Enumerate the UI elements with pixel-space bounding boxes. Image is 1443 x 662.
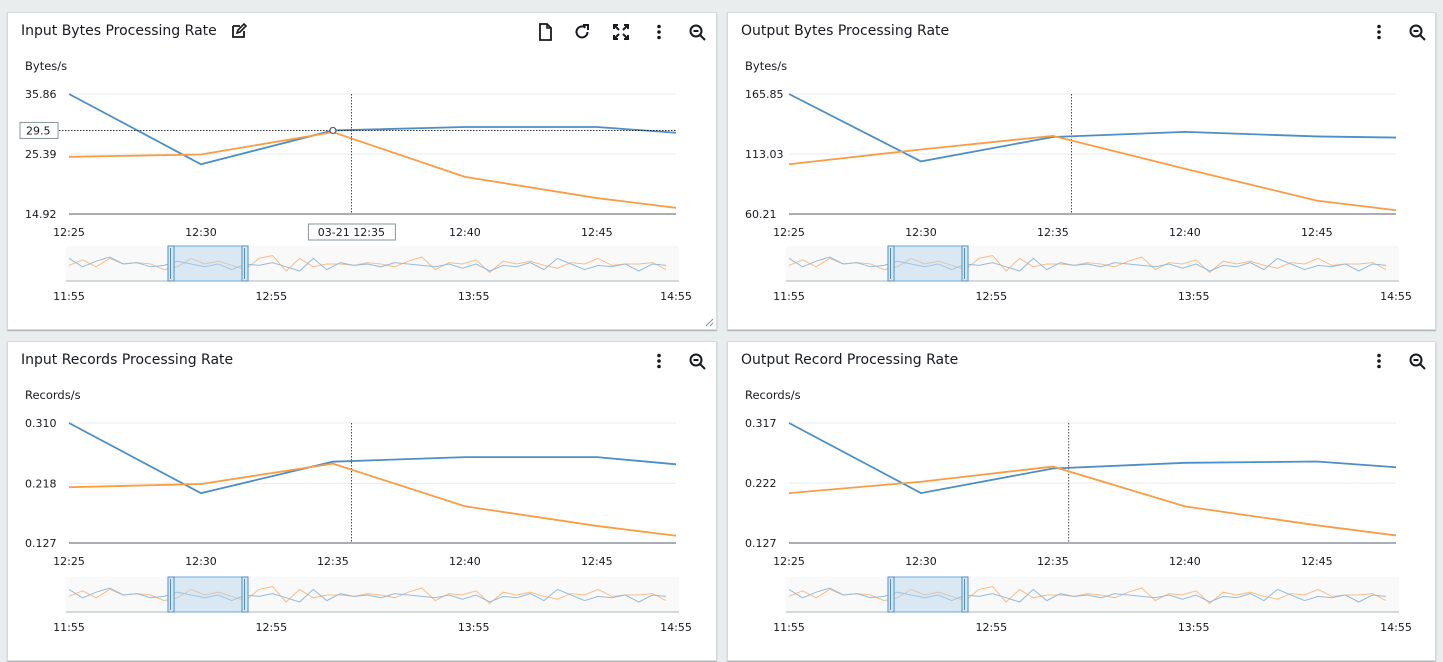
panel-output-records: Output Record Processing Rate Records/s 0… (727, 341, 1436, 661)
navigator-tick-label: 11:55 (773, 621, 805, 634)
x-tick-label: 12:25 (53, 555, 85, 568)
x-tick-label: 12:45 (581, 555, 613, 568)
navigator-tick-label: 13:55 (1178, 290, 1210, 303)
x-tick-label: 12:40 (1169, 555, 1201, 568)
value-tooltip-text: 29.5 (26, 124, 51, 137)
y-axis-unit: Bytes/s (25, 59, 67, 73)
resize-handle-icon[interactable] (704, 317, 714, 327)
navigator-tick-label: 11:55 (773, 290, 805, 303)
x-tick-label: 12:40 (449, 226, 481, 239)
y-tick-label: 165.85 (745, 88, 784, 101)
x-tick-label: 12:45 (581, 226, 613, 239)
y-tick-label: 0.310 (25, 417, 57, 430)
series-line-orange (788, 465, 1397, 537)
navigator-tick-label: 12:55 (255, 290, 287, 303)
navigator-tick-label: 14:55 (1380, 290, 1412, 303)
x-tick-label: 12:35 (1037, 555, 1069, 568)
y-tick-label: 113.03 (745, 148, 784, 161)
time-tooltip-text: 03-21 12:35 (318, 226, 385, 239)
navigator-selection[interactable] (890, 576, 966, 613)
x-tick-label: 12:40 (449, 555, 481, 568)
line-chart[interactable]: Records/s 0.310 0.218 0.127 12:25 12:30 12:35 1… (8, 342, 718, 662)
x-tick-label: 12:30 (185, 555, 217, 568)
navigator-tick-label: 13:55 (1178, 621, 1210, 634)
x-tick-label: 12:25 (53, 226, 85, 239)
x-tick-label: 12:45 (1301, 226, 1333, 239)
y-tick-label: 14.92 (25, 208, 57, 221)
navigator-selection[interactable] (170, 576, 246, 613)
navigator-tick-label: 14:55 (660, 290, 692, 303)
navigator-tick-label: 12:55 (975, 621, 1007, 634)
x-tick-label: 12:35 (1037, 226, 1069, 239)
x-tick-label: 12:25 (773, 555, 805, 568)
series-line-blue (68, 422, 677, 495)
x-tick-label: 12:40 (1169, 226, 1201, 239)
navigator-tick-label: 14:55 (660, 621, 692, 634)
line-chart[interactable]: Bytes/s 165.85 113.03 60.21 12:25 12:30 12:35 1… (728, 13, 1437, 331)
navigator-tick-label: 13:55 (458, 290, 490, 303)
x-tick-label: 12:30 (905, 555, 937, 568)
y-axis-unit: Bytes/s (745, 59, 787, 73)
y-tick-label: 0.218 (25, 477, 57, 490)
series-line-orange (788, 134, 1397, 212)
y-axis-unit: Records/s (745, 388, 801, 402)
navigator-selection[interactable] (890, 245, 966, 282)
y-tick-label: 25.39 (25, 148, 57, 161)
y-tick-label: 0.222 (745, 477, 777, 490)
y-tick-label: 0.127 (745, 537, 777, 550)
y-tick-label: 60.21 (745, 208, 777, 221)
x-tick-label: 12:30 (905, 226, 937, 239)
navigator-tick-label: 13:55 (458, 621, 490, 634)
line-chart[interactable]: Records/s 0.317 0.222 0.127 12:25 12:30 12:35 1… (728, 342, 1437, 662)
x-tick-label: 12:45 (1301, 555, 1333, 568)
navigator-selection[interactable] (170, 245, 246, 282)
x-tick-label: 12:35 (317, 555, 349, 568)
series-line-orange (68, 131, 677, 209)
panel-output-bytes: Output Bytes Processing Rate Bytes/s 165.… (727, 12, 1436, 330)
navigator-tick-label: 12:55 (975, 290, 1007, 303)
x-tick-label: 12:30 (185, 226, 217, 239)
navigator-tick-label: 14:55 (1380, 621, 1412, 634)
navigator-tick-label: 11:55 (53, 290, 85, 303)
series-line-orange (68, 462, 677, 537)
navigator-tick-label: 12:55 (255, 621, 287, 634)
panel-input-bytes: Input Bytes Processing Rate Bytes/s 35.86… (7, 12, 717, 330)
series-line-blue (788, 93, 1397, 163)
panel-input-records: Input Records Processing Rate Records/s 0… (7, 341, 717, 661)
y-axis-unit: Records/s (25, 388, 81, 402)
hover-point (329, 126, 337, 135)
line-chart[interactable]: Bytes/s35.8625.3914.9212:2512:3012:3512:… (8, 13, 718, 331)
x-tick-label: 12:25 (773, 226, 805, 239)
y-tick-label: 35.86 (25, 88, 57, 101)
y-tick-label: 0.127 (25, 537, 57, 550)
y-tick-label: 0.317 (745, 417, 777, 430)
navigator-tick-label: 11:55 (53, 621, 85, 634)
